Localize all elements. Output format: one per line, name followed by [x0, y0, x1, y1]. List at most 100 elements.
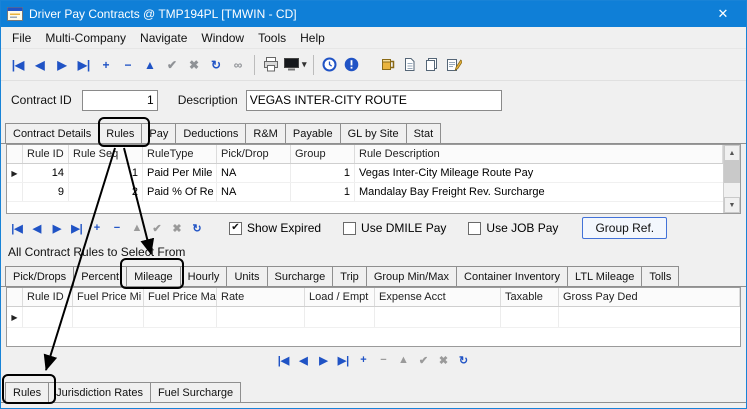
- tab-mileage[interactable]: Mileage: [126, 266, 181, 286]
- use-dmile-checkbox-group[interactable]: Use DMILE Pay: [343, 221, 446, 235]
- cell-load-empty[interactable]: [305, 307, 375, 327]
- col-gross-pay-ded[interactable]: Gross Pay Ded: [559, 288, 740, 306]
- cell-fuel-price-min[interactable]: [73, 307, 144, 327]
- cell-pick-drop[interactable]: NA: [217, 164, 291, 182]
- nav-next-button[interactable]: ▶: [48, 219, 66, 237]
- use-job-checkbox-group[interactable]: Use JOB Pay: [468, 221, 558, 235]
- tab-pay[interactable]: Pay: [141, 123, 176, 143]
- col-pick-drop[interactable]: Pick/Drop: [217, 145, 291, 163]
- col-rule-description[interactable]: Rule Description: [355, 145, 723, 163]
- menu-item-tools[interactable]: Tools: [251, 29, 293, 47]
- tab-pick-drops[interactable]: Pick/Drops: [5, 266, 74, 286]
- tab-percent[interactable]: Percent: [73, 266, 127, 286]
- cell-rule-seq[interactable]: 2: [69, 183, 143, 201]
- col-rule-seq[interactable]: Rule Seq: [69, 145, 143, 163]
- tab-deductions[interactable]: Deductions: [175, 123, 246, 143]
- nav-add-button[interactable]: +: [355, 351, 373, 369]
- show-expired-checkbox-group[interactable]: ✔ Show Expired: [229, 221, 321, 235]
- tab-stat[interactable]: Stat: [406, 123, 442, 143]
- nav-last-button[interactable]: ▶|: [335, 351, 353, 369]
- tab-gl-by-site[interactable]: GL by Site: [340, 123, 407, 143]
- tab-units[interactable]: Units: [226, 266, 267, 286]
- last-record-button[interactable]: ▶|: [74, 54, 94, 76]
- nav-add-button[interactable]: +: [88, 219, 106, 237]
- nav-restore-button[interactable]: ▲: [395, 351, 413, 369]
- nav-delete-button[interactable]: −: [375, 351, 393, 369]
- cell-rule-seq[interactable]: 1: [69, 164, 143, 182]
- cell-fuel-price-max[interactable]: [144, 307, 217, 327]
- screen-select-button[interactable]: ▾: [283, 54, 307, 76]
- nav-cancel-button[interactable]: ✖: [435, 351, 453, 369]
- cell-taxable[interactable]: [501, 307, 559, 327]
- tab-contract-details[interactable]: Contract Details: [5, 123, 99, 143]
- nav-first-button[interactable]: |◀: [8, 219, 26, 237]
- tab-surcharge[interactable]: Surcharge: [267, 266, 334, 286]
- nav-refresh-button[interactable]: ↻: [455, 351, 473, 369]
- menu-item-multi-company[interactable]: Multi-Company: [38, 29, 133, 47]
- rules-grid-row[interactable]: ▶ 14 1 Paid Per Mile NA 1 Vegas Inter-Ci…: [7, 164, 723, 183]
- nav-delete-button[interactable]: −: [108, 219, 126, 237]
- nav-last-button[interactable]: ▶|: [68, 219, 86, 237]
- nav-accept-button[interactable]: ✔: [148, 219, 166, 237]
- col-load-empty[interactable]: Load / Empt: [305, 288, 375, 306]
- col-rule-id[interactable]: Rule ID: [23, 288, 73, 306]
- first-record-button[interactable]: |◀: [8, 54, 28, 76]
- tab-hourly[interactable]: Hourly: [180, 266, 228, 286]
- col-rate[interactable]: Rate: [217, 288, 305, 306]
- dropdown-arrow-icon[interactable]: ▾: [302, 59, 307, 70]
- cell-pick-drop[interactable]: NA: [217, 183, 291, 201]
- cell-rule-id[interactable]: 14: [23, 164, 69, 182]
- cell-gross-pay-ded[interactable]: [559, 307, 740, 327]
- rules-grid-vscrollbar[interactable]: ▲ ▼: [723, 145, 740, 213]
- rules-grid-row[interactable]: 9 2 Paid % Of Re NA 1 Mandalay Bay Freig…: [7, 183, 723, 202]
- show-expired-checkbox[interactable]: ✔: [229, 222, 242, 235]
- tab-jurisdiction-rates[interactable]: Jurisdiction Rates: [48, 382, 151, 402]
- cell-rule-type[interactable]: Paid % Of Re: [143, 183, 217, 201]
- copy-page-button[interactable]: [400, 54, 420, 76]
- refresh-button[interactable]: ↻: [206, 54, 226, 76]
- col-group[interactable]: Group: [291, 145, 355, 163]
- scroll-down-icon[interactable]: ▼: [724, 197, 740, 213]
- tab-rules[interactable]: Rules: [98, 123, 142, 143]
- cell-rate[interactable]: [217, 307, 305, 327]
- col-rule-id[interactable]: Rule ID: [23, 145, 69, 163]
- nav-prev-button[interactable]: ◀: [28, 219, 46, 237]
- cell-rule-description[interactable]: Vegas Inter-City Mileage Route Pay: [355, 164, 723, 182]
- tab-fuel-surcharge[interactable]: Fuel Surcharge: [150, 382, 241, 402]
- add-record-button[interactable]: +: [96, 54, 116, 76]
- cancel-button[interactable]: ✖: [184, 54, 204, 76]
- use-job-checkbox[interactable]: [468, 222, 481, 235]
- mileage-grid-row[interactable]: ▶: [7, 307, 740, 328]
- description-input[interactable]: [246, 90, 502, 111]
- contract-id-input[interactable]: [82, 90, 158, 111]
- cell-expense-acct[interactable]: [375, 307, 501, 327]
- restore-record-button[interactable]: ▲: [140, 54, 160, 76]
- next-record-button[interactable]: ▶: [52, 54, 72, 76]
- tab-rules-bottom[interactable]: Rules: [5, 382, 49, 402]
- col-taxable[interactable]: Taxable: [501, 288, 559, 306]
- col-rule-type[interactable]: RuleType: [143, 145, 217, 163]
- prev-record-button[interactable]: ◀: [30, 54, 50, 76]
- nav-first-button[interactable]: |◀: [275, 351, 293, 369]
- menu-item-navigate[interactable]: Navigate: [133, 29, 194, 47]
- print-button[interactable]: [261, 54, 281, 76]
- nav-accept-button[interactable]: ✔: [415, 351, 433, 369]
- col-expense-acct[interactable]: Expense Acct: [375, 288, 501, 306]
- use-dmile-checkbox[interactable]: [343, 222, 356, 235]
- cell-rule-id[interactable]: [23, 307, 73, 327]
- cell-rule-description[interactable]: Mandalay Bay Freight Rev. Surcharge: [355, 183, 723, 201]
- close-button[interactable]: ✕: [700, 1, 746, 27]
- cell-group[interactable]: 1: [291, 183, 355, 201]
- scroll-up-icon[interactable]: ▲: [724, 145, 740, 161]
- info-button[interactable]: [342, 54, 362, 76]
- menu-item-help[interactable]: Help: [293, 29, 332, 47]
- view-button[interactable]: ∞: [228, 54, 248, 76]
- delete-record-button[interactable]: −: [118, 54, 138, 76]
- accept-button[interactable]: ✔: [162, 54, 182, 76]
- clock-button[interactable]: [320, 54, 340, 76]
- nav-cancel-button[interactable]: ✖: [168, 219, 186, 237]
- nav-refresh-button[interactable]: ↻: [188, 219, 206, 237]
- cell-rule-id[interactable]: 9: [23, 183, 69, 201]
- scroll-thumb[interactable]: [724, 161, 740, 183]
- tab-payable[interactable]: Payable: [285, 123, 341, 143]
